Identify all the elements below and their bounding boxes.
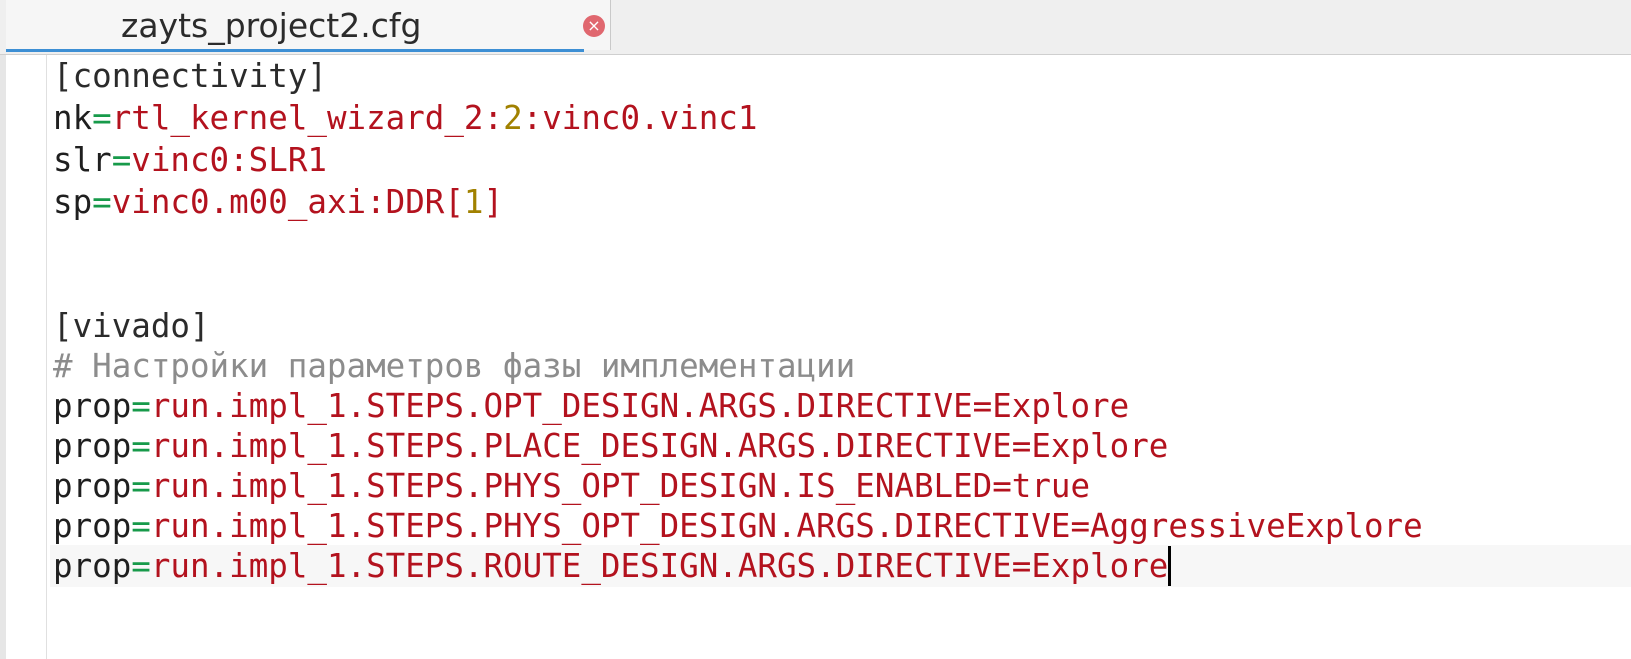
config-key: prop xyxy=(53,387,132,425)
config-value: run.impl_1.STEPS.PLACE_DESIGN.ARGS.DIREC… xyxy=(150,427,1169,465)
close-icon[interactable]: × xyxy=(583,15,605,37)
code-line-1[interactable]: [connectivity] xyxy=(50,55,1631,97)
tab-zayts-project2-cfg[interactable]: zayts_project2.cfg × xyxy=(6,0,611,52)
config-value: run.impl_1.STEPS.PHYS_OPT_DESIGN.ARGS.DI… xyxy=(150,507,1423,545)
equals-sign: = xyxy=(92,99,112,137)
code-line-11[interactable]: prop=run.impl_1.STEPS.PHYS_OPT_DESIGN.IS… xyxy=(50,465,1631,507)
equals-sign: = xyxy=(111,141,132,179)
code-line-2[interactable]: nk=rtl_kernel_wizard_2:2:vinc0.vinc1 xyxy=(50,97,1631,139)
code-line-3[interactable]: slr=vinc0:SLR1 xyxy=(50,139,1631,181)
equals-sign: = xyxy=(131,387,151,425)
code-line-5[interactable] xyxy=(50,223,1631,265)
text-cursor xyxy=(1168,546,1172,586)
config-number: 1 xyxy=(463,183,484,221)
equals-sign: = xyxy=(131,507,151,545)
tab-label: zayts_project2.cfg xyxy=(121,6,422,45)
code-line-12[interactable]: prop=run.impl_1.STEPS.PHYS_OPT_DESIGN.AR… xyxy=(50,505,1631,547)
code-line-8[interactable]: # Настройки параметров фазы имплементаци… xyxy=(50,345,1631,387)
config-key: prop xyxy=(53,547,132,585)
code-line-7[interactable]: [vivado] xyxy=(50,305,1631,347)
code-line-9[interactable]: prop=run.impl_1.STEPS.OPT_DESIGN.ARGS.DI… xyxy=(50,385,1631,427)
config-value: ] xyxy=(483,183,504,221)
config-key: nk xyxy=(53,99,93,137)
config-key: sp xyxy=(53,183,93,221)
config-value: vinc0.m00_axi:DDR[ xyxy=(111,183,464,221)
equals-sign: = xyxy=(131,547,151,585)
config-value: run.impl_1.STEPS.ROUTE_DESIGN.ARGS.DIREC… xyxy=(150,547,1169,585)
code-line-4[interactable]: sp=vinc0.m00_axi:DDR[1] xyxy=(50,181,1631,223)
config-key: slr xyxy=(53,141,112,179)
config-value: :vinc0.vinc1 xyxy=(522,99,758,137)
config-value: rtl_kernel_wizard_2: xyxy=(111,99,504,137)
editor-window: zayts_project2.cfg × [connectivity] nk=r… xyxy=(0,0,1631,659)
code-line-10[interactable]: prop=run.impl_1.STEPS.PLACE_DESIGN.ARGS.… xyxy=(50,425,1631,467)
section-header: [vivado] xyxy=(53,307,210,345)
code-line-13[interactable]: prop=run.impl_1.STEPS.ROUTE_DESIGN.ARGS.… xyxy=(50,545,1631,587)
active-tab-indicator xyxy=(6,49,584,52)
equals-sign: = xyxy=(92,183,112,221)
code-line-6[interactable] xyxy=(50,265,1631,307)
config-key: prop xyxy=(53,507,132,545)
code-editor[interactable]: [connectivity] nk=rtl_kernel_wizard_2:2:… xyxy=(0,55,1631,659)
config-value: vinc0:SLR1 xyxy=(131,141,327,179)
code-area[interactable]: [connectivity] nk=rtl_kernel_wizard_2:2:… xyxy=(50,55,1631,659)
equals-sign: = xyxy=(131,427,151,465)
equals-sign: = xyxy=(131,467,151,505)
config-value: run.impl_1.STEPS.OPT_DESIGN.ARGS.DIRECTI… xyxy=(150,387,1130,425)
section-header: [connectivity] xyxy=(53,57,327,95)
config-number: 2 xyxy=(503,99,523,137)
editor-gutter xyxy=(0,55,46,659)
gutter-divider xyxy=(46,55,47,659)
code-comment: # Настройки параметров фазы имплементаци… xyxy=(53,347,856,385)
config-key: prop xyxy=(53,467,132,505)
tab-bar: zayts_project2.cfg × xyxy=(0,0,1631,55)
config-key: prop xyxy=(53,427,132,465)
config-value: run.impl_1.STEPS.PHYS_OPT_DESIGN.IS_ENAB… xyxy=(150,467,1091,505)
